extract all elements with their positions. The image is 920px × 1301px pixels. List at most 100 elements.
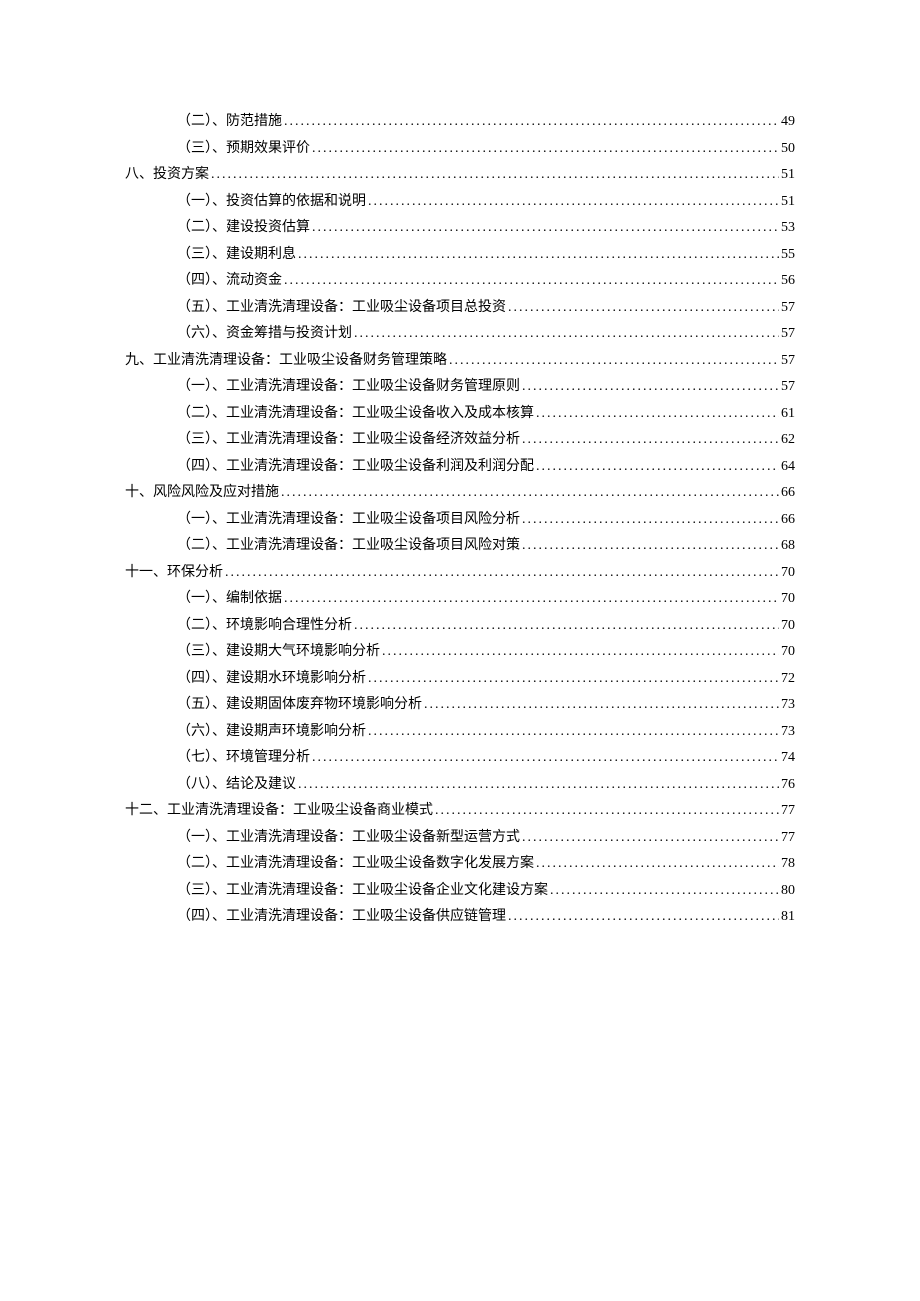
toc-entry-page: 51	[781, 163, 795, 188]
toc-entry-label: （六）、建设期声环境影响分析	[177, 720, 366, 745]
toc-entry: 十二、工业清洗清理设备：工业吸尘设备商业模式 77	[125, 799, 795, 824]
toc-entry-page: 57	[781, 322, 795, 347]
toc-entry: （三）、建设期大气环境影响分析70	[177, 640, 795, 665]
toc-entry-label: （三）、预期效果评价	[177, 137, 310, 162]
toc-entry: 十一、环保分析 70	[125, 561, 795, 586]
toc-entry-page: 62	[781, 428, 795, 453]
toc-entry: （二）、建设投资估算53	[177, 216, 795, 241]
toc-leader-dots	[284, 587, 779, 612]
toc-entry-page: 68	[781, 534, 795, 559]
toc-entry-label: （六）、资金筹措与投资计划	[177, 322, 352, 347]
toc-leader-dots	[435, 799, 779, 824]
toc-leader-dots	[536, 455, 779, 480]
toc-entry-label: （一）、投资估算的依据和说明	[177, 190, 366, 215]
toc-entry-page: 78	[781, 852, 795, 877]
toc-entry-page: 57	[781, 296, 795, 321]
toc-leader-dots	[522, 428, 779, 453]
toc-leader-dots	[354, 322, 779, 347]
toc-entry-page: 64	[781, 455, 795, 480]
toc-leader-dots	[312, 746, 779, 771]
toc-entry-label: 十一、环保分析	[125, 561, 223, 586]
toc-entry-page: 61	[781, 402, 795, 427]
toc-entry-label: （五）、建设期固体废弃物环境影响分析	[177, 693, 422, 718]
toc-entry-page: 57	[781, 349, 795, 374]
toc-entry-label: （二）、环境影响合理性分析	[177, 614, 352, 639]
toc-entry: （八）、结论及建议76	[177, 773, 795, 798]
toc-entry-page: 76	[781, 773, 795, 798]
toc-entry-label: 十、风险风险及应对措施	[125, 481, 279, 506]
toc-entry-label: （四）、流动资金	[177, 269, 282, 294]
document-page: （二）、防范措施49（三）、预期效果评价 50 八、投资方案 51 （一）、投资估算的依…	[0, 0, 920, 930]
toc-entry: （六）、资金筹措与投资计划 57	[177, 322, 795, 347]
toc-entry-page: 77	[781, 826, 795, 851]
toc-entry: （二）、工业清洗清理设备：工业吸尘设备数字化发展方案 78	[177, 852, 795, 877]
toc-entry: 九、工业清洗清理设备：工业吸尘设备财务管理策略 57	[125, 349, 795, 374]
toc-leader-dots	[449, 349, 779, 374]
toc-entry-label: （二）、防范措施	[177, 110, 282, 135]
toc-entry-label: （二）、工业清洗清理设备：工业吸尘设备数字化发展方案	[177, 852, 534, 877]
toc-leader-dots	[225, 561, 779, 586]
toc-entry-label: （一）、工业清洗清理设备：工业吸尘设备财务管理原则	[177, 375, 520, 400]
toc-entry-label: （四）、工业清洗清理设备：工业吸尘设备供应链管理	[177, 905, 506, 930]
toc-leader-dots	[424, 693, 779, 718]
toc-leader-dots	[508, 905, 779, 930]
toc-entry: （一）、工业清洗清理设备：工业吸尘设备财务管理原则57	[177, 375, 795, 400]
toc-entry-label: 十二、工业清洗清理设备：工业吸尘设备商业模式	[125, 799, 433, 824]
toc-entry-page: 77	[781, 799, 795, 824]
toc-entry-label: （三）、建设期利息	[177, 243, 296, 268]
toc-entry: 十、风险风险及应对措施 66	[125, 481, 795, 506]
toc-entry-label: 八、投资方案	[125, 163, 209, 188]
toc-entry: （一）、工业清洗清理设备：工业吸尘设备新型运营方式77	[177, 826, 795, 851]
toc-entry-page: 50	[781, 137, 795, 162]
toc-leader-dots	[522, 534, 779, 559]
toc-entry-label: （三）、建设期大气环境影响分析	[177, 640, 380, 665]
toc-entry-page: 74	[781, 746, 795, 771]
toc-entry-label: （一）、编制依据	[177, 587, 282, 612]
toc-entry-page: 70	[781, 561, 795, 586]
toc-entry: （二）、工业清洗清理设备：工业吸尘设备收入及成本核算 61	[177, 402, 795, 427]
toc-entry: （六）、建设期声环境影响分析73	[177, 720, 795, 745]
toc-entry: （三）、建设期利息 55	[177, 243, 795, 268]
toc-entry-page: 66	[781, 508, 795, 533]
toc-entry-label: （一）、工业清洗清理设备：工业吸尘设备项目风险分析	[177, 508, 520, 533]
toc-entry-page: 81	[781, 905, 795, 930]
toc-entry-label: （二）、工业清洗清理设备：工业吸尘设备项目风险对策	[177, 534, 520, 559]
toc-entry-page: 56	[781, 269, 795, 294]
toc-entry: （五）、建设期固体废弃物环境影响分析73	[177, 693, 795, 718]
toc-leader-dots	[284, 110, 779, 135]
toc-leader-dots	[368, 190, 779, 215]
toc-entry: （七）、环境管理分析74	[177, 746, 795, 771]
toc-leader-dots	[354, 614, 779, 639]
toc-leader-dots	[550, 879, 779, 904]
toc-entry: （二）、防范措施49	[177, 110, 795, 135]
toc-leader-dots	[284, 269, 779, 294]
toc-leader-dots	[211, 163, 779, 188]
toc-leader-dots	[298, 773, 779, 798]
toc-entry-page: 66	[781, 481, 795, 506]
toc-entry: 八、投资方案 51	[125, 163, 795, 188]
toc-entry-label: （三）、工业清洗清理设备：工业吸尘设备经济效益分析	[177, 428, 520, 453]
toc-entry: （四）、工业清洗清理设备：工业吸尘设备利润及利润分配 64	[177, 455, 795, 480]
toc-entry: （四）、流动资金 56	[177, 269, 795, 294]
toc-entry-label: （四）、建设期水环境影响分析	[177, 667, 366, 692]
toc-leader-dots	[298, 243, 779, 268]
toc-leader-dots	[382, 640, 779, 665]
toc-entry-page: 55	[781, 243, 795, 268]
toc-entry: （一）、工业清洗清理设备：工业吸尘设备项目风险分析 66	[177, 508, 795, 533]
toc-entry: （四）、工业清洗清理设备：工业吸尘设备供应链管理 81	[177, 905, 795, 930]
toc-leader-dots	[312, 137, 779, 162]
toc-entry-label: （二）、工业清洗清理设备：工业吸尘设备收入及成本核算	[177, 402, 534, 427]
toc-entry-label: 九、工业清洗清理设备：工业吸尘设备财务管理策略	[125, 349, 447, 374]
toc-entry-page: 80	[781, 879, 795, 904]
toc-entry-page: 70	[781, 614, 795, 639]
toc-entry: （五）、工业清洗清理设备：工业吸尘设备项目总投资 57	[177, 296, 795, 321]
toc-leader-dots	[368, 720, 779, 745]
table-of-contents: （二）、防范措施49（三）、预期效果评价 50 八、投资方案 51 （一）、投资估算的依…	[125, 110, 795, 930]
toc-entry: （三）、工业清洗清理设备：工业吸尘设备经济效益分析 62	[177, 428, 795, 453]
toc-leader-dots	[522, 826, 779, 851]
toc-entry-label: （五）、工业清洗清理设备：工业吸尘设备项目总投资	[177, 296, 506, 321]
toc-leader-dots	[522, 508, 779, 533]
toc-entry-label: （四）、工业清洗清理设备：工业吸尘设备利润及利润分配	[177, 455, 534, 480]
toc-leader-dots	[536, 402, 779, 427]
toc-entry-page: 53	[781, 216, 795, 241]
